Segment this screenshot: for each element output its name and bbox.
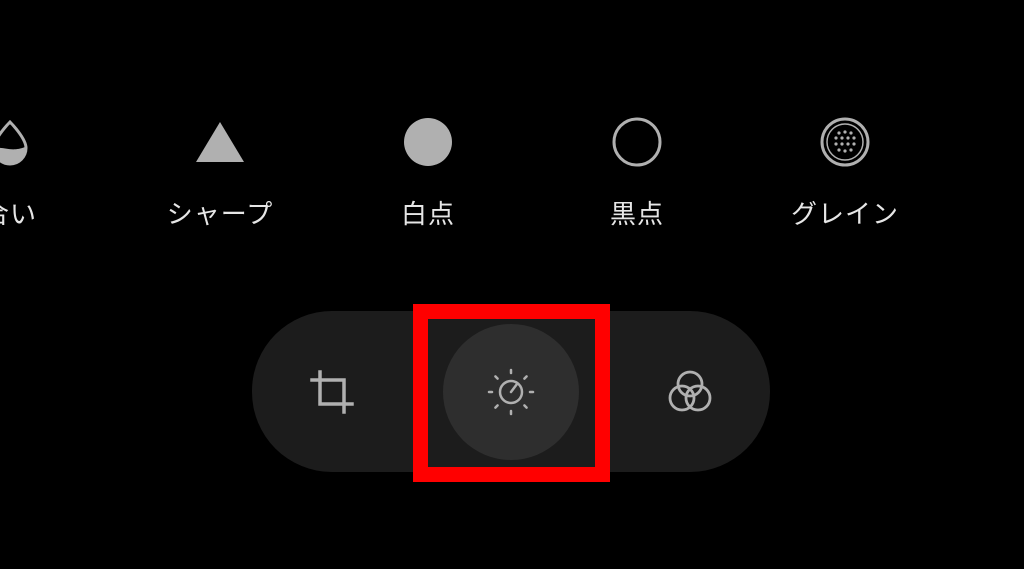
tool-label: シャープ — [166, 200, 274, 230]
tool-white-point[interactable]: 白点 — [358, 112, 498, 232]
outline-circle-icon — [611, 116, 663, 168]
tool-grain[interactable]: グレイン — [775, 112, 915, 232]
tool-label: 合い — [0, 200, 37, 230]
tool-sharpen[interactable]: シャープ — [150, 112, 290, 232]
filled-circle-icon — [402, 116, 454, 168]
crop-button[interactable] — [262, 311, 402, 472]
adjust-button[interactable] — [441, 311, 581, 472]
tool-label: グレイン — [790, 200, 899, 230]
grain-icon — [819, 116, 871, 168]
bottom-nav-bar — [252, 311, 770, 472]
water-drop-icon — [0, 116, 36, 168]
tool-label: 白点 — [400, 200, 455, 230]
tool-label: 黒点 — [609, 200, 664, 230]
filters-icon — [668, 370, 712, 411]
filters-button[interactable] — [620, 311, 760, 472]
tool-tone[interactable]: 合い — [0, 112, 80, 232]
crop-icon — [310, 369, 354, 414]
tool-black-point[interactable]: 黒点 — [567, 112, 707, 232]
triangle-icon — [194, 116, 246, 168]
tools-row: 合い シャープ 白点 黒点 — [0, 0, 1024, 260]
adjust-icon — [487, 368, 535, 415]
